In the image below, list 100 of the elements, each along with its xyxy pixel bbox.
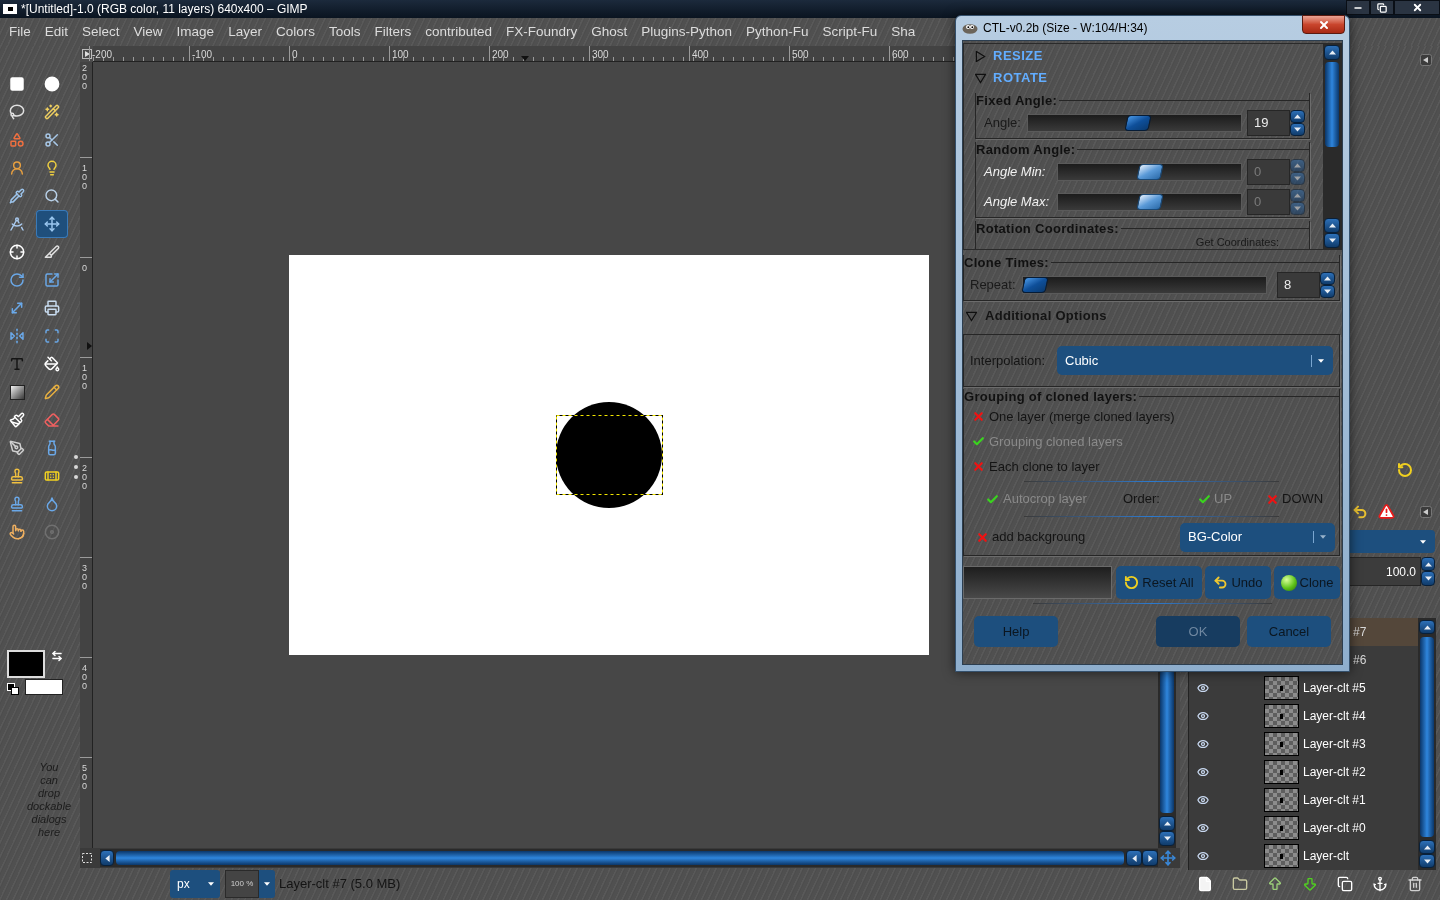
- layer-row[interactable]: Layer-clt #1: [1189, 786, 1418, 814]
- menu-item[interactable]: Python-Fu: [746, 21, 809, 43]
- menu-item[interactable]: Filters: [374, 21, 412, 43]
- caret-down-icon: [1163, 835, 1171, 842]
- zoom-dropdown-button[interactable]: [259, 870, 275, 898]
- eye-icon[interactable]: [1195, 710, 1211, 722]
- layer-row[interactable]: Layer-clt #4: [1189, 702, 1418, 730]
- menu-item[interactable]: contributed: [425, 21, 492, 43]
- caret-up-icon: [1294, 113, 1301, 120]
- vertical-scrollbar[interactable]: [1418, 618, 1436, 870]
- new-page-icon[interactable]: [1197, 876, 1213, 892]
- menu-item[interactable]: Image: [176, 21, 215, 43]
- menu-item[interactable]: FX-Foundry: [506, 21, 578, 43]
- increment-button[interactable]: [1320, 272, 1335, 285]
- folder-icon[interactable]: [1232, 876, 1248, 892]
- slider-track[interactable]: [1057, 193, 1242, 211]
- menu-item[interactable]: File: [9, 21, 31, 43]
- scroll-left-button[interactable]: [1126, 850, 1142, 866]
- eye-icon[interactable]: [1195, 738, 1211, 750]
- slider-track[interactable]: [1027, 114, 1242, 132]
- increment-button[interactable]: [1290, 110, 1305, 123]
- zoom-field[interactable]: 100 %: [225, 870, 259, 898]
- scroll-thumb[interactable]: [1325, 62, 1339, 147]
- trash-icon[interactable]: [1407, 876, 1423, 892]
- restore-button[interactable]: [1370, 0, 1394, 15]
- rotate-icon: [9, 272, 25, 288]
- decrement-button[interactable]: [1421, 571, 1435, 586]
- ruler-menu-icon[interactable]: [81, 49, 92, 59]
- slider-track[interactable]: [1022, 276, 1267, 294]
- menu-item[interactable]: Sha: [891, 21, 916, 43]
- eye-icon[interactable]: [1195, 766, 1211, 778]
- eye-icon[interactable]: [1195, 850, 1211, 862]
- layer-row[interactable]: Layer-clt #0: [1189, 814, 1418, 842]
- swap-arrows-icon[interactable]: [51, 650, 63, 662]
- scroll-thumb[interactable]: [1420, 637, 1434, 837]
- decrement-button[interactable]: [1320, 285, 1335, 298]
- unit-dropdown[interactable]: px: [170, 870, 220, 898]
- fill-dropdown[interactable]: BG-Color: [1180, 522, 1335, 552]
- layer-row[interactable]: Layer-clt: [1189, 842, 1418, 870]
- ruler-label: 400: [692, 49, 709, 60]
- scroll-down-button[interactable]: [1324, 233, 1340, 248]
- menu-item[interactable]: Tools: [328, 21, 361, 43]
- background-swatch-icon[interactable]: [25, 679, 63, 695]
- slider-thumb[interactable]: [1124, 115, 1152, 131]
- eye-icon[interactable]: [1195, 682, 1211, 694]
- section-expander[interactable]: RESIZE: [975, 45, 1310, 67]
- interpolation-dropdown[interactable]: Cubic: [1057, 346, 1333, 375]
- scroll-up-button[interactable]: [1159, 816, 1175, 831]
- undo-icon[interactable]: [1352, 503, 1368, 520]
- scroll-right-button[interactable]: [1142, 850, 1158, 866]
- close-button[interactable]: [1302, 15, 1345, 34]
- scroll-up-button[interactable]: [1419, 620, 1435, 634]
- eye-icon[interactable]: [1195, 794, 1211, 806]
- anchor-icon[interactable]: [1372, 876, 1388, 892]
- slider-track[interactable]: [1057, 163, 1242, 181]
- flip-icon: [9, 328, 25, 344]
- menu-item[interactable]: Select: [82, 21, 120, 43]
- menu-item[interactable]: Ghost: [591, 21, 628, 43]
- move-tool[interactable]: [36, 210, 68, 238]
- eye-icon[interactable]: [1195, 822, 1211, 834]
- menu-item[interactable]: Edit: [44, 21, 69, 43]
- horizontal-scrollbar[interactable]: [100, 849, 1158, 867]
- menu-item[interactable]: Layer: [228, 21, 262, 43]
- minimize-button[interactable]: [1346, 0, 1370, 15]
- default-colors-icon[interactable]: [7, 683, 19, 695]
- menu-item[interactable]: Plugins-Python: [641, 21, 733, 43]
- section-expander[interactable]: ROTATE: [975, 67, 1310, 89]
- layer-thumbnail: [1264, 732, 1299, 756]
- image-canvas[interactable]: [289, 255, 929, 655]
- quick-mask-icon[interactable]: [81, 853, 92, 863]
- layer-row[interactable]: Layer-clt #5: [1189, 674, 1418, 702]
- menu-item[interactable]: Script-Fu: [822, 21, 878, 43]
- increment-button[interactable]: [1421, 557, 1435, 571]
- window-close-button[interactable]: [1394, 0, 1440, 15]
- tab-menu-icon[interactable]: [1420, 505, 1432, 518]
- tab-menu-icon[interactable]: [1420, 54, 1432, 66]
- menu-item[interactable]: View: [133, 21, 163, 43]
- decrement-button[interactable]: [1290, 123, 1305, 136]
- duplicate-icon[interactable]: [1337, 876, 1353, 892]
- down-arrow-icon[interactable]: [1302, 876, 1318, 892]
- scroll-down-button[interactable]: [1159, 831, 1175, 846]
- number-field[interactable]: 8: [1277, 272, 1320, 298]
- slider-thumb[interactable]: [1021, 277, 1049, 293]
- number-field[interactable]: 19: [1247, 110, 1290, 136]
- eraser-icon: [44, 412, 60, 428]
- warning-icon[interactable]: [1378, 503, 1395, 520]
- layer-row[interactable]: Layer-clt #2: [1189, 758, 1418, 786]
- scroll-up-button[interactable]: [1419, 840, 1435, 854]
- scroll-thumb[interactable]: [116, 851, 1124, 865]
- scroll-up-button[interactable]: [1324, 45, 1340, 60]
- grip-icon[interactable]: [74, 455, 78, 479]
- menu-item[interactable]: Colors: [275, 21, 315, 43]
- reset-icon[interactable]: [1397, 462, 1413, 478]
- layer-row[interactable]: Layer-clt #3: [1189, 730, 1418, 758]
- vertical-scrollbar[interactable]: [1323, 44, 1341, 249]
- scroll-down-button[interactable]: [1419, 854, 1435, 868]
- up-arrow-icon[interactable]: [1267, 876, 1283, 892]
- foreground-swatch-icon[interactable]: [7, 650, 45, 678]
- scroll-up-button[interactable]: [1324, 218, 1340, 233]
- scroll-left-button[interactable]: [100, 850, 114, 866]
